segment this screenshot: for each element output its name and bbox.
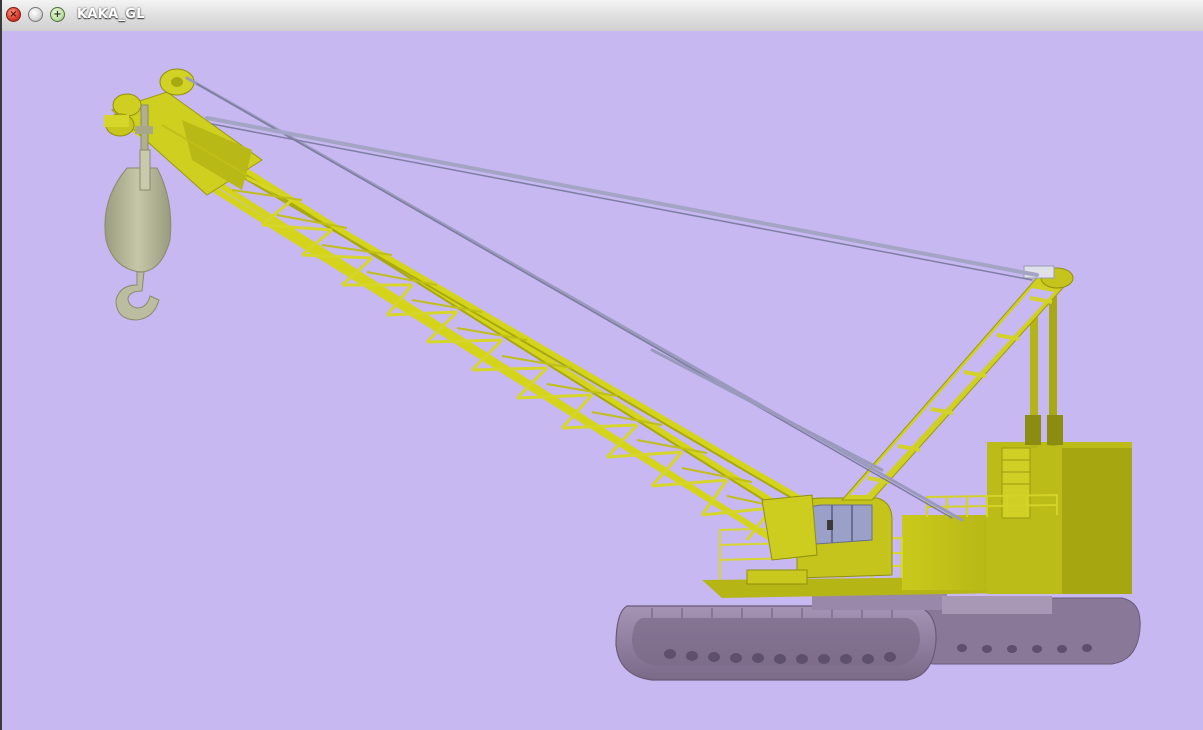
maximize-icon: + — [53, 9, 62, 20]
window-title: KAKA_GL — [77, 7, 145, 22]
close-icon: × — [9, 9, 18, 20]
crawler-tracks — [615, 588, 1141, 681]
close-button[interactable]: × — [6, 7, 21, 22]
app-window: × + KAKA_GL — [0, 0, 1203, 730]
minimize-button[interactable] — [28, 7, 43, 22]
gl-viewport[interactable] — [2, 31, 1203, 730]
minimize-icon — [29, 8, 42, 21]
crane-scene — [104, 68, 1141, 681]
lattice-boom — [111, 91, 818, 561]
maximize-button[interactable]: + — [50, 7, 65, 22]
title-bar[interactable]: × + KAKA_GL — [2, 0, 1203, 32]
